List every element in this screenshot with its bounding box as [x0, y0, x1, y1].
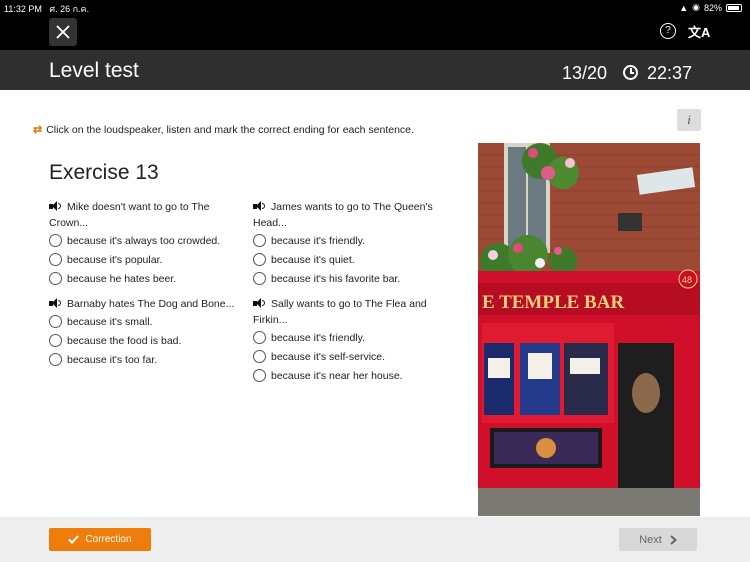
radio-button[interactable] [49, 272, 62, 285]
question-text: Sally wants to go to The Flea and Firkin… [253, 296, 443, 328]
street-number: 48 [682, 275, 692, 285]
option-label: because it's quiet. [271, 253, 355, 266]
option-label: because it's friendly. [271, 234, 366, 247]
radio-button[interactable] [49, 353, 62, 366]
radio-button[interactable] [253, 234, 266, 247]
swap-icon: ⇄ [33, 124, 43, 136]
radio-button[interactable] [253, 272, 266, 285]
option-label: because it's friendly. [271, 331, 366, 344]
temple-bar-photo: E TEMPLE BAR 48 [478, 143, 700, 516]
instructions-text: Click on the loudspeaker, listen and mar… [46, 123, 414, 136]
question-1: Mike doesn't want to go to The Crown... … [49, 199, 239, 288]
option-label: because it's popular. [67, 253, 163, 266]
correction-button[interactable]: Correction [49, 528, 151, 551]
option-label: because the food is bad. [67, 334, 182, 347]
answer-option[interactable]: because the food is bad. [49, 331, 239, 350]
question-4: Sally wants to go to The Flea and Firkin… [253, 296, 443, 385]
exercise-title: Exercise 13 [49, 161, 159, 184]
battery-percent: 82% [703, 2, 722, 13]
answer-option[interactable]: because it's friendly. [253, 328, 443, 347]
pub-sign-text: E TEMPLE BAR [482, 292, 624, 313]
header-bar: Level test 13/20 22:37 [0, 50, 750, 90]
radio-button[interactable] [49, 315, 62, 328]
answer-option[interactable]: because it's quiet. [253, 250, 443, 269]
answer-option[interactable]: because it's too far. [49, 350, 239, 369]
question-label: James wants to go to The Queen's Head... [253, 201, 433, 229]
answer-option[interactable]: because it's his favorite bar. [253, 269, 443, 288]
question-text: Mike doesn't want to go to The Crown... [49, 199, 239, 231]
question-label: Mike doesn't want to go to The Crown... [49, 201, 210, 229]
question-text: Barnaby hates The Dog and Bone... [49, 296, 239, 312]
answer-option[interactable]: because it's small. [49, 312, 239, 331]
instructions: ⇄ Click on the loudspeaker, listen and m… [33, 123, 414, 137]
orientation-lock-icon: ◉ [692, 2, 700, 12]
answer-option[interactable]: because it's near her house. [253, 366, 443, 385]
speaker-icon[interactable] [253, 298, 265, 308]
question-label: Barnaby hates The Dog and Bone... [67, 298, 235, 310]
status-time: 11:32 PM [4, 4, 42, 14]
option-label: because it's always too crowded. [67, 234, 221, 247]
answer-option[interactable]: because he hates beer. [49, 269, 239, 288]
footer: Correction Next [0, 517, 750, 562]
radio-button[interactable] [49, 253, 62, 266]
option-label: because it's small. [67, 315, 153, 328]
radio-button[interactable] [49, 334, 62, 347]
page-title: Level test [49, 59, 139, 82]
top-bar: ? 文A [0, 14, 750, 50]
answer-option[interactable]: because it's friendly. [253, 231, 443, 250]
battery-icon [726, 3, 742, 12]
correction-label: Correction [85, 534, 132, 545]
speaker-icon[interactable] [49, 201, 61, 211]
timer: 22:37 [647, 63, 693, 83]
status-bar: 11:32 PM ศ. 26 ก.ค. ▲ ◉ 82% [0, 0, 750, 14]
status-date: ศ. 26 ก.ค. [49, 4, 90, 14]
question-label: Sally wants to go to The Flea and Firkin… [253, 298, 427, 326]
speaker-icon[interactable] [49, 298, 61, 308]
radio-button[interactable] [253, 350, 266, 363]
question-text: James wants to go to The Queen's Head... [253, 199, 443, 231]
wifi-icon: ▲ [679, 2, 689, 13]
next-label: Next [639, 533, 662, 546]
close-icon [56, 25, 70, 39]
option-label: because it's too far. [67, 353, 158, 366]
option-label: because he hates beer. [67, 272, 177, 285]
radio-button[interactable] [49, 234, 62, 247]
answer-option[interactable]: because it's always too crowded. [49, 231, 239, 250]
radio-button[interactable] [253, 331, 266, 344]
clock-icon [623, 65, 638, 80]
translate-icon[interactable]: 文A [688, 22, 710, 41]
info-button[interactable]: i [677, 109, 701, 131]
option-label: because it's his favorite bar. [271, 272, 401, 285]
option-label: because it's near her house. [271, 369, 403, 382]
status-right: ▲ ◉ 82% [679, 2, 742, 13]
radio-button[interactable] [253, 369, 266, 382]
option-label: because it's self-service. [271, 350, 386, 363]
help-icon[interactable]: ? [660, 23, 676, 39]
question-2: James wants to go to The Queen's Head...… [253, 199, 443, 288]
answer-option[interactable]: because it's self-service. [253, 347, 443, 366]
question-3: Barnaby hates The Dog and Bone... becaus… [49, 296, 239, 369]
speaker-icon[interactable] [253, 201, 265, 211]
close-button[interactable] [49, 18, 77, 46]
next-button[interactable]: Next [619, 528, 697, 551]
answer-option[interactable]: because it's popular. [49, 250, 239, 269]
checkmark-icon [68, 535, 80, 544]
chevron-right-icon [670, 534, 677, 545]
radio-button[interactable] [253, 253, 266, 266]
question-counter: 13/20 [562, 63, 608, 83]
